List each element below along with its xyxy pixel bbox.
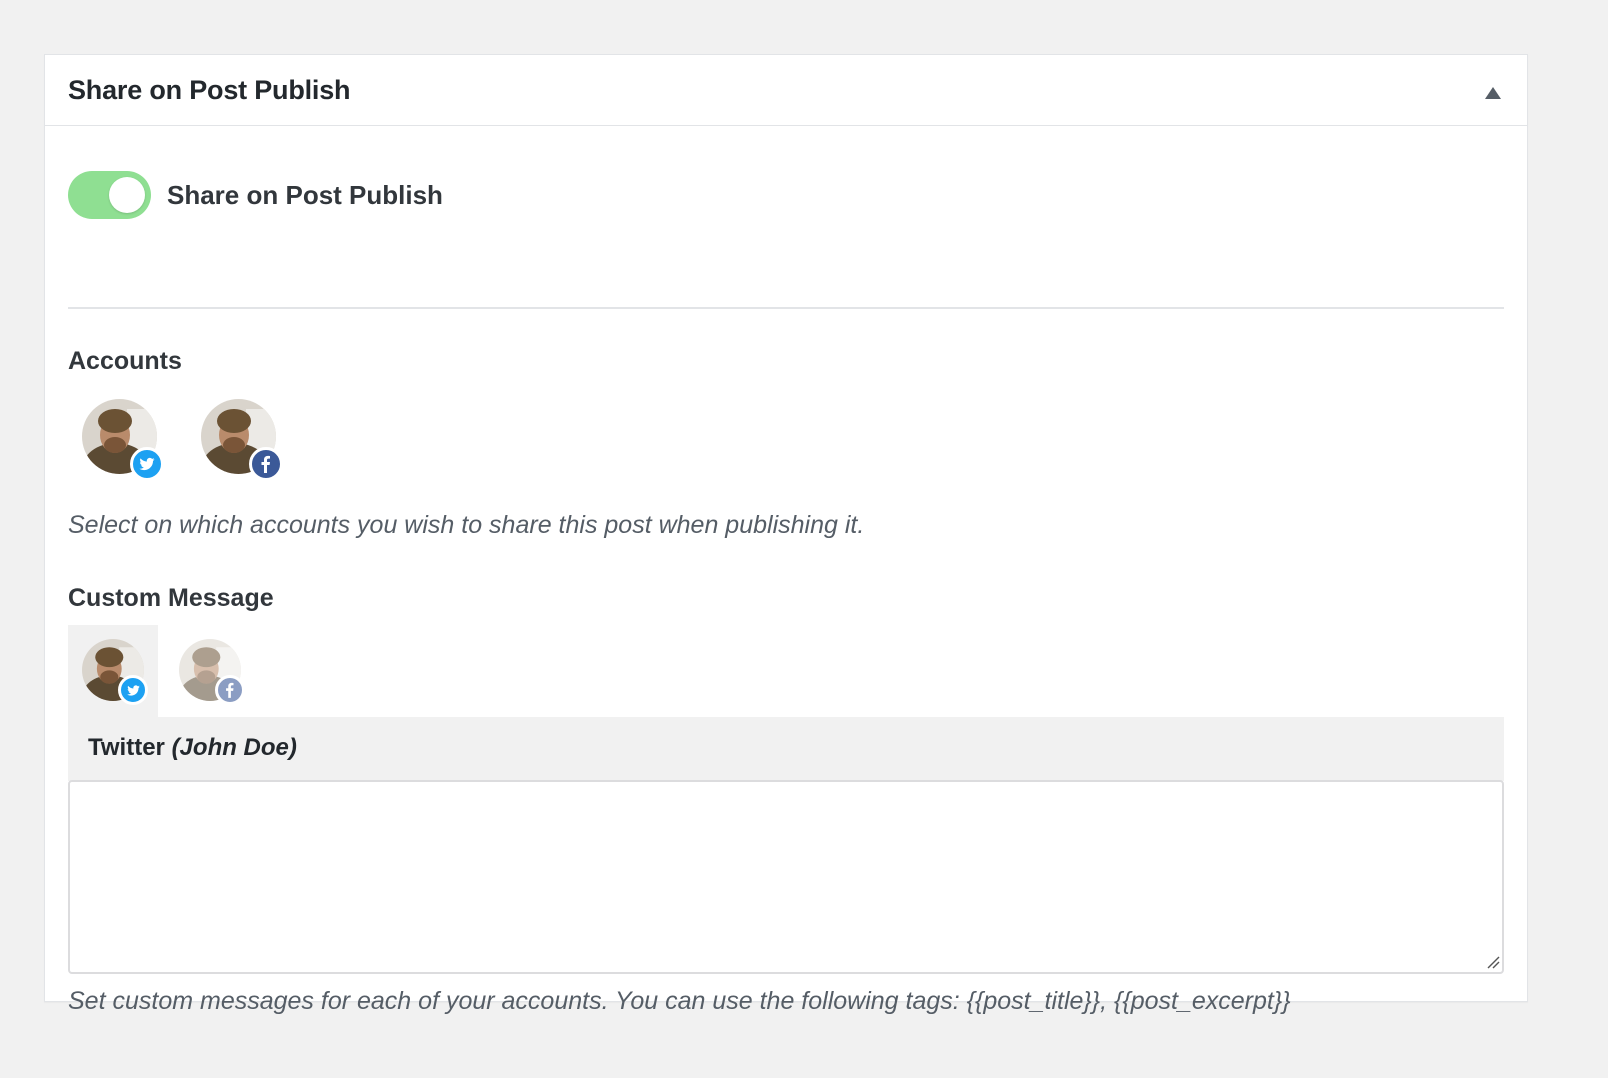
tab-twitter[interactable] <box>68 625 158 717</box>
facebook-icon <box>249 447 283 481</box>
account-user-name: (John Doe) <box>171 734 297 761</box>
custom-message-header: Twitter (John Doe) <box>68 717 1504 781</box>
twitter-icon <box>130 447 164 481</box>
accounts-help-text: Select on which accounts you wish to sha… <box>68 511 865 539</box>
share-toggle-label: Share on Post Publish <box>167 180 443 210</box>
twitter-icon <box>118 675 148 705</box>
triangle-up-icon[interactable] <box>1483 83 1503 103</box>
divider <box>68 307 1504 309</box>
share-toggle-switch[interactable] <box>68 171 151 219</box>
resize-grip-icon[interactable] <box>1486 955 1500 969</box>
custom-message-textarea[interactable] <box>68 780 1504 974</box>
account-twitter[interactable] <box>82 399 164 481</box>
panel-title: Share on Post Publish <box>68 75 351 105</box>
share-toggle-row: Share on Post Publish <box>68 171 868 219</box>
share-on-publish-panel: Share on Post Publish Share on Post Publ… <box>44 54 1528 1015</box>
account-facebook[interactable] <box>201 399 283 481</box>
custom-message-account-label: Twitter (John Doe) <box>88 734 297 762</box>
toggle-knob <box>109 177 145 213</box>
tab-facebook[interactable] <box>165 625 255 717</box>
custom-message-help-text: Set custom messages for each of your acc… <box>68 987 1291 1015</box>
accounts-title: Accounts <box>68 347 182 375</box>
network-name: Twitter <box>88 734 165 761</box>
facebook-icon <box>215 675 245 705</box>
custom-message-title: Custom Message <box>68 584 274 612</box>
panel-header: Share on Post Publish <box>45 55 1527 126</box>
